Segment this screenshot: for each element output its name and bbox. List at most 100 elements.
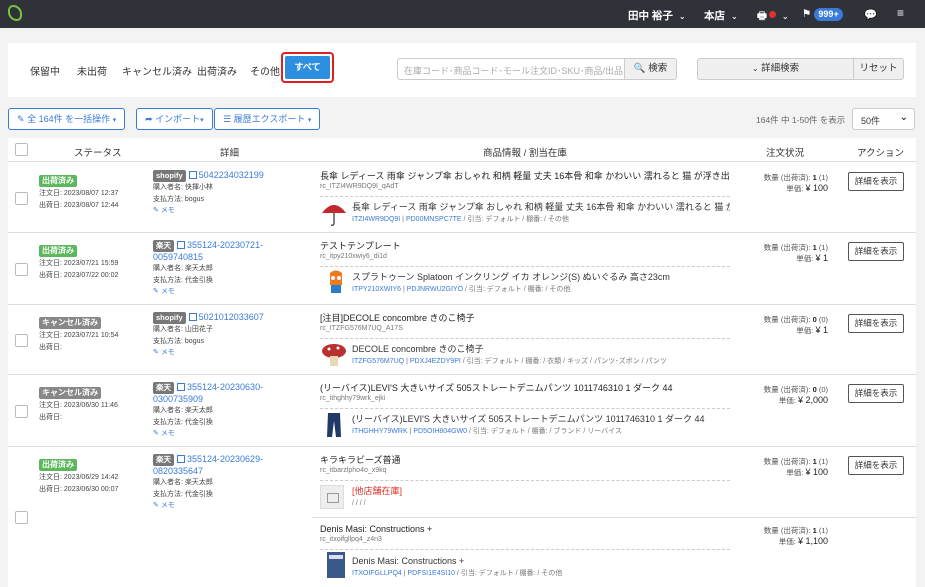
notification-badge: 999+ — [814, 8, 843, 21]
tab-on-hold[interactable]: 保留中 — [30, 63, 60, 78]
tab-other[interactable]: その他 — [250, 63, 280, 78]
memo-link[interactable]: ✎ メモ — [153, 500, 283, 511]
per-page-value: 50件 — [861, 116, 881, 126]
search-input[interactable]: 在庫コード･商品コード･モール注文ID･SKU･商品/出品タイトル — [397, 58, 625, 80]
app-logo-icon[interactable] — [8, 5, 22, 21]
tab-cancelled[interactable]: キャンセル済み — [122, 63, 192, 78]
memo-link[interactable]: ✎ メモ — [153, 286, 283, 297]
sku-product-link[interactable]: PDFSI1E4SI10 — [408, 570, 455, 577]
order-quantity: 数量 (出荷済): 0 (0) 単価: ¥ 1 — [764, 314, 828, 336]
sku-title: スプラトゥーン Splatoon インクリング イカ オレンジ(S) ぬいぐるみ… — [352, 272, 670, 282]
menu-button[interactable]: ≡ — [897, 6, 904, 20]
memo-link[interactable]: ✎ メモ — [153, 205, 303, 216]
row-checkbox[interactable] — [15, 192, 28, 205]
bulk-action-button[interactable]: ✎ 全 164件 を一括操作 ▾ — [8, 108, 126, 130]
reset-button[interactable]: リセット — [854, 58, 904, 80]
shipped-date: 2023/07/22 00:02 — [63, 271, 119, 279]
buyer-label: 購入者名: — [153, 407, 183, 414]
sku-product-link[interactable]: PD5OIH804GW0 — [413, 428, 467, 435]
view-detail-button[interactable]: 詳細を表示 — [848, 172, 904, 191]
chevron-down-icon: ⌄ — [781, 12, 789, 21]
payment-method: 代金引換 — [184, 490, 213, 498]
qty-shipped: (0) — [818, 315, 828, 324]
user-menu[interactable]: 田中 裕子 ⌄ — [628, 8, 686, 23]
payment-label: 支払方法: — [153, 195, 183, 203]
chevron-down-icon: ⌄ — [899, 112, 908, 123]
select-all-checkbox[interactable] — [15, 143, 28, 156]
payment-label: 支払方法: — [153, 337, 183, 345]
sku-code-link[interactable]: ITZFG576M7UQ — [352, 358, 404, 365]
per-page-select[interactable]: 50件 ⌄ — [852, 108, 915, 130]
sku-product-link[interactable]: PDJNRWU2GIYO — [407, 286, 463, 293]
ordered-label: 注文日: — [39, 190, 62, 197]
payment-method: 代金引換 — [184, 418, 213, 426]
product-code: rc_ithghhy79wrk_ejki — [320, 395, 386, 402]
memo-link[interactable]: ✎ メモ — [153, 428, 283, 439]
sku-product-link[interactable]: PDXJ4EZDY9PI — [410, 358, 461, 365]
shipped-label: 出荷日: — [39, 343, 62, 351]
hamburger-icon: ≡ — [897, 6, 905, 20]
row-checkbox[interactable] — [15, 334, 28, 347]
orders-table: ステータス 詳細 商品情報 / 割当在庫 注文状況 アクション 出荷済み 注文日… — [8, 138, 916, 587]
qty-value: 0 — [812, 315, 817, 324]
view-detail-button[interactable]: 詳細を表示 — [848, 456, 904, 475]
tab-all[interactable]: すべて — [281, 52, 334, 83]
mall-badge: 楽天 — [153, 382, 174, 394]
shipped-label: 出荷日: — [39, 485, 62, 493]
share-icon: ➦ — [145, 114, 153, 124]
mall-badge: 楽天 — [153, 454, 174, 466]
tab-unshipped[interactable]: 未出荷 — [77, 63, 107, 78]
export-history-button[interactable]: ☰ 履歴エクスポート ▾ — [214, 108, 321, 130]
row-checkbox[interactable] — [15, 263, 28, 276]
ordered-date: 2023/08/07 12:37 — [63, 190, 119, 197]
sku-path: / 引当: デフォルト / 棚番: / その他 — [463, 286, 571, 293]
product-title: 長傘 レディース 雨傘 ジャンプ傘 おしゃれ 和柄 軽量 丈夫 16本骨 和傘 … — [320, 171, 730, 181]
search-button-label: 検索 — [648, 63, 668, 74]
view-detail-button[interactable]: 詳細を表示 — [848, 384, 904, 403]
view-detail-button[interactable]: 詳細を表示 — [848, 242, 904, 261]
unit-price: ¥ 1 — [815, 325, 828, 335]
product-title: [注目]DECOLE concombre きのこ椅子 — [320, 313, 475, 323]
sku-code-link[interactable]: ITPY210XWIY6 — [352, 286, 401, 293]
user-name: 田中 裕子 — [628, 10, 673, 22]
advanced-search-button[interactable]: ⌄ 詳細検索 — [697, 58, 854, 80]
printer-menu[interactable]: 🖶 ⌄ — [757, 8, 789, 26]
unit-price: ¥ 1 — [815, 253, 828, 263]
image-placeholder-icon — [320, 485, 344, 509]
sku-product-link[interactable]: PD00MNSPC7TE — [406, 216, 462, 223]
order-number-link[interactable]: 5042234032199 — [199, 170, 264, 180]
row-checkbox[interactable] — [15, 405, 28, 418]
export-history-label: 履歴エクスポート — [233, 114, 306, 124]
row-checkbox[interactable] — [15, 511, 28, 524]
table-row: 出荷済み 注文日: 2023/08/07 12:37 出荷日: 2023/08/… — [8, 163, 916, 233]
order-quantity: 数量 (出荷済): 1 (1) 単価: ¥ 1,100 — [764, 525, 828, 547]
header-product: 商品情報 / 割当在庫 — [483, 148, 567, 159]
buyer-name: 楽天太郎 — [184, 479, 213, 486]
sku-code-link[interactable]: ITXOIFGLLPQ4 — [352, 570, 402, 577]
search-icon: 🔍 — [633, 63, 646, 74]
sku-code-link[interactable]: ITHGHHY79WRK — [352, 428, 408, 435]
tab-shipped[interactable]: 出荷済み — [197, 63, 237, 78]
status-badge: キャンセル済み — [39, 317, 101, 329]
buyer-label: 購入者名: — [153, 184, 183, 191]
product-code: rc_ITZFG576M7UQ_A17S — [320, 325, 403, 332]
store-menu[interactable]: 本店 ⌄ — [704, 8, 738, 23]
memo-link[interactable]: ✎ メモ — [153, 347, 303, 358]
order-number-link[interactable]: 5021012033607 — [199, 312, 264, 322]
unit-label: 単価: — [786, 184, 804, 193]
unit-price: ¥ 100 — [805, 467, 828, 477]
top-bar: 田中 裕子 ⌄ 本店 ⌄ 🖶 ⌄ ⚑ 999+ 💬 ≡ — [0, 0, 925, 28]
chat-button[interactable]: 💬 — [864, 8, 877, 21]
import-button[interactable]: ➦ インポート▾ — [136, 108, 213, 130]
notifications-menu[interactable]: ⚑ 999+ — [802, 8, 843, 21]
sku-path: / / / / — [352, 500, 366, 507]
memo-label: メモ — [160, 502, 175, 509]
unit-label: 単価: — [778, 396, 796, 405]
view-detail-button[interactable]: 詳細を表示 — [848, 314, 904, 333]
qty-label: 数量 (出荷済): — [763, 457, 811, 466]
bulk-action-label: 全 164件 を一括操作 — [27, 114, 111, 124]
sku-code-link[interactable]: ITZI4WR9DQ9I — [352, 216, 400, 223]
chevron-down-icon: ⌄ — [751, 64, 759, 73]
search-button[interactable]: 🔍 検索 — [625, 58, 677, 80]
store-name: 本店 — [704, 10, 725, 22]
